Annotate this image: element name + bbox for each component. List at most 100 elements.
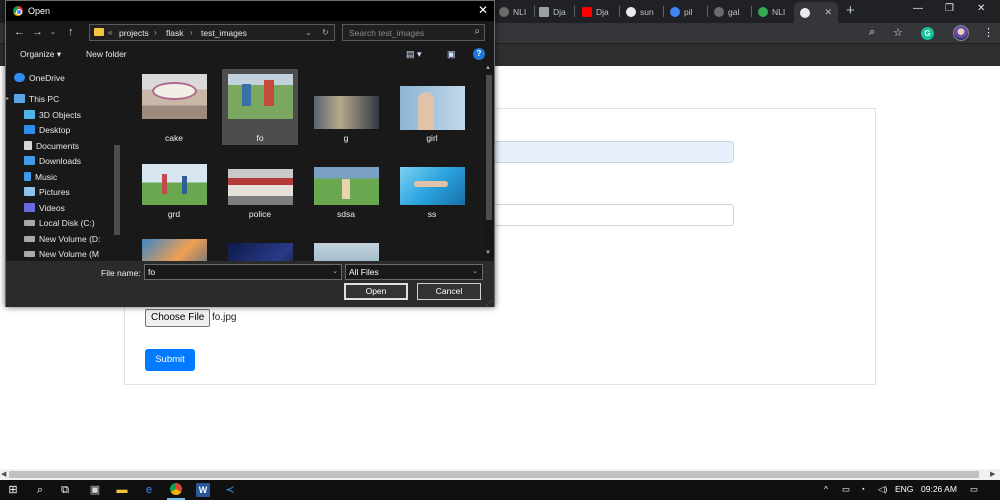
nav-item-onedrive[interactable]: OneDrive xyxy=(6,70,122,85)
file-item-girl[interactable]: girl xyxy=(394,69,470,145)
nav-item-documents[interactable]: Documents xyxy=(16,138,122,153)
browser-tab[interactable]: gal xyxy=(710,3,752,20)
word-icon[interactable]: W xyxy=(196,483,210,497)
nav-item-new-volume-d[interactable]: New Volume (D: xyxy=(16,231,122,246)
nav-pane-scrollbar[interactable] xyxy=(112,65,122,261)
bookmark-star-icon[interactable]: ☆ xyxy=(893,26,903,39)
expand-chevron-icon[interactable]: ▸ xyxy=(6,95,14,102)
preview-pane-icon[interactable]: ▣ xyxy=(447,49,456,60)
chrome-icon[interactable] xyxy=(167,483,185,500)
task-view-icon[interactable]: ⧉ xyxy=(58,483,72,497)
file-item-partial[interactable] xyxy=(308,221,384,261)
language-indicator[interactable]: ENG xyxy=(895,484,913,494)
dialog-close-icon[interactable]: ✕ xyxy=(478,3,488,17)
nav-item-local-disk-c[interactable]: Local Disk (C:) xyxy=(16,215,122,230)
file-item-ss[interactable]: ss xyxy=(394,145,470,221)
store-icon[interactable]: ▣ xyxy=(88,483,102,497)
choose-file-button[interactable]: Choose File xyxy=(145,309,211,327)
submit-button[interactable]: Submit xyxy=(145,349,195,371)
file-pane-scrollbar[interactable]: ▲ ▼ xyxy=(484,65,494,261)
tab-favicon-icon xyxy=(499,6,509,17)
nav-item-new-volume-m[interactable]: New Volume (M xyxy=(16,246,122,261)
browser-tab[interactable]: sun xyxy=(622,3,664,20)
drive-icon xyxy=(24,219,35,226)
breadcrumb-projects[interactable]: projects xyxy=(119,28,149,38)
wifi-icon[interactable]: ◔ xyxy=(860,484,865,494)
refresh-icon[interactable]: ↻ xyxy=(322,28,329,37)
window-close-icon[interactable]: ✕ xyxy=(977,3,985,14)
file-item-sdsa[interactable]: sdsa xyxy=(308,145,384,221)
file-item-g[interactable]: g xyxy=(308,69,384,145)
file-item-police[interactable]: police xyxy=(222,145,298,221)
new-folder-button[interactable]: New folder xyxy=(86,49,127,59)
scroll-right-icon[interactable]: ▶ xyxy=(990,470,995,478)
minimize-icon[interactable]: — xyxy=(913,3,923,14)
tab-title: gal xyxy=(728,6,740,17)
file-type-select[interactable]: All Files ⌄ xyxy=(345,264,483,280)
vscode-icon[interactable]: ≺ xyxy=(223,483,237,497)
breadcrumb-flask[interactable]: flask xyxy=(166,28,183,38)
scroll-left-icon[interactable]: ◀ xyxy=(1,470,6,478)
file-item-cake[interactable]: cake xyxy=(136,69,212,145)
file-item-fo[interactable]: fo xyxy=(222,69,298,145)
scrollbar-thumb[interactable] xyxy=(114,145,120,235)
scroll-up-icon[interactable]: ▲ xyxy=(485,65,491,71)
dialog-search-box[interactable]: Search test_images ⌕ xyxy=(342,24,485,41)
image-thumbnail xyxy=(400,86,465,130)
file-name-input[interactable]: fo ⌄ xyxy=(144,264,342,280)
address-bar[interactable]: « projects › flask › test_images ⌄ ↻ xyxy=(89,24,335,41)
restore-icon[interactable]: ❐ xyxy=(945,3,954,14)
up-arrow-icon[interactable]: ↑ xyxy=(68,26,74,38)
nav-item-pictures[interactable]: Pictures xyxy=(16,184,122,199)
new-tab-plus-icon[interactable]: + xyxy=(846,2,855,19)
nav-item-3d-objects[interactable]: 3D Objects xyxy=(16,107,122,122)
chevron-down-icon[interactable]: ⌄ xyxy=(332,265,338,279)
back-arrow-icon[interactable]: ← xyxy=(14,26,25,38)
browser-tab[interactable]: pil xyxy=(666,3,708,20)
scroll-down-icon[interactable]: ▼ xyxy=(485,250,491,256)
breadcrumb-test-images[interactable]: test_images xyxy=(201,28,247,38)
zoom-search-icon[interactable]: ⌕ xyxy=(869,26,875,39)
windows-start-icon[interactable]: ⊞ xyxy=(6,483,20,497)
scrollbar-thumb[interactable] xyxy=(9,471,979,478)
menu-kebab-icon[interactable]: ⋮ xyxy=(983,26,994,39)
notifications-icon[interactable]: ▭ xyxy=(970,484,978,495)
page-horizontal-scrollbar[interactable]: ◀ ▶ xyxy=(0,469,1000,480)
browser-tab[interactable]: Dja xyxy=(578,3,620,20)
clock[interactable]: 09:26 AM xyxy=(921,484,957,494)
open-button[interactable]: Open xyxy=(344,283,408,300)
nav-item-videos[interactable]: Videos xyxy=(16,200,122,215)
nav-item-this-pc[interactable]: ▸ This PC xyxy=(6,91,122,106)
grammarly-extension-icon[interactable]: G xyxy=(921,27,934,40)
tray-chevron-up-icon[interactable]: ^ xyxy=(824,484,828,494)
browser-tab[interactable]: NLI xyxy=(754,3,794,20)
battery-icon[interactable]: ▭ xyxy=(842,484,850,495)
change-view-icon[interactable]: ▤ ▾ xyxy=(406,49,422,60)
image-thumbnail xyxy=(228,243,293,261)
resize-grip-icon[interactable]: ⋰ xyxy=(486,299,493,307)
file-item-partial[interactable] xyxy=(222,221,298,261)
recent-dropdown-icon[interactable]: ⌄ xyxy=(50,28,56,36)
nav-item-label: Pictures xyxy=(39,186,70,197)
volume-icon[interactable]: ◁) xyxy=(878,484,887,495)
help-icon[interactable]: ? xyxy=(473,48,485,60)
scrollbar-thumb[interactable] xyxy=(486,75,492,220)
file-item-partial[interactable] xyxy=(136,221,212,261)
nav-item-desktop[interactable]: Desktop xyxy=(16,122,122,137)
browser-tab[interactable]: NLI xyxy=(495,3,535,20)
browser-tab[interactable]: Dja xyxy=(535,3,575,20)
search-icon[interactable]: ⌕ xyxy=(33,483,47,497)
forward-arrow-icon[interactable]: → xyxy=(32,26,43,38)
organize-button[interactable]: Organize ▾ xyxy=(20,49,61,60)
nav-item-music[interactable]: Music xyxy=(16,169,122,184)
file-explorer-icon[interactable]: ▬ xyxy=(115,483,129,497)
cancel-button[interactable]: Cancel xyxy=(417,283,481,300)
file-item-grd[interactable]: grd xyxy=(136,145,212,221)
tab-close-icon[interactable]: ✕ xyxy=(824,7,832,18)
browser-tab-active[interactable]: ✕ xyxy=(794,2,838,23)
profile-avatar[interactable] xyxy=(953,25,969,41)
breadcrumb-overflow[interactable]: « xyxy=(108,28,112,37)
edge-icon[interactable]: e xyxy=(142,483,156,497)
address-dropdown-icon[interactable]: ⌄ xyxy=(305,28,312,37)
nav-item-downloads[interactable]: Downloads xyxy=(16,153,122,168)
